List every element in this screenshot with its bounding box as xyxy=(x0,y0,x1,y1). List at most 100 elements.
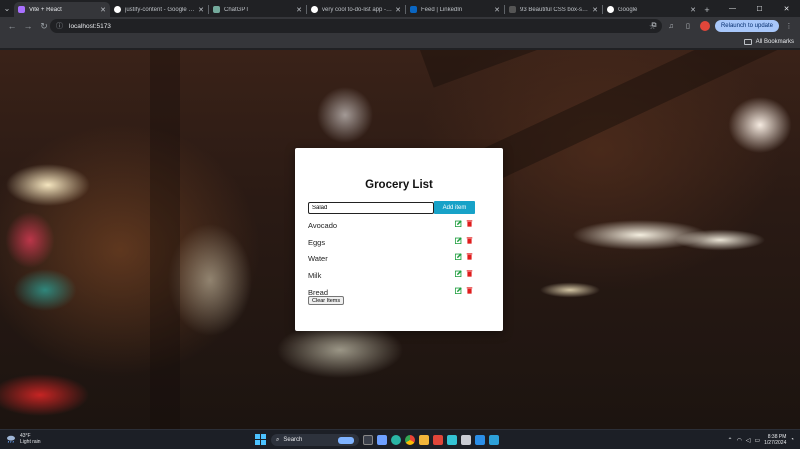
all-bookmarks-button[interactable]: All Bookmarks xyxy=(743,37,794,47)
item-name: Avocado xyxy=(308,221,338,230)
windows-start-icon[interactable] xyxy=(255,434,267,446)
trash-icon[interactable] xyxy=(466,220,473,227)
edge-icon[interactable] xyxy=(391,435,401,445)
minimize-icon[interactable]: — xyxy=(719,0,746,17)
tab-title: very cool to-do-list app - Goog xyxy=(322,6,393,13)
close-tab-icon[interactable]: ✕ xyxy=(592,6,598,14)
more-menu-icon[interactable]: ⋮ xyxy=(782,19,796,33)
search-label: Search xyxy=(283,437,303,443)
edit-icon[interactable] xyxy=(455,237,462,244)
chatgpt-favicon-icon xyxy=(213,6,220,13)
close-tab-icon[interactable]: ✕ xyxy=(690,6,696,14)
tab-strip: ⌄ Vite + React ✕ justify-content - Googl… xyxy=(0,0,800,17)
background-beam xyxy=(150,50,180,429)
trash-icon[interactable] xyxy=(466,253,473,260)
close-window-icon[interactable]: ✕ xyxy=(773,0,800,17)
wifi-icon[interactable]: ◠ xyxy=(737,437,742,444)
tab-title: 93 Beautiful CSS box-shadow e xyxy=(520,6,589,13)
edit-icon[interactable] xyxy=(455,270,462,277)
relaunch-to-update-button[interactable]: Relaunch to update xyxy=(714,20,779,32)
tab-box-shadow[interactable]: 93 Beautiful CSS box-shadow e ✕ xyxy=(505,2,602,17)
rain-cloud-icon xyxy=(7,435,15,443)
system-tray: ⌃ ◠ ◁ ▭ 8:38 PM 1/27/2024 ◔ xyxy=(728,432,794,448)
linkedin-favicon-icon xyxy=(410,6,417,13)
tab-google-search-todo[interactable]: very cool to-do-list app - Goog ✕ xyxy=(307,2,405,17)
bookmarks-bar: All Bookmarks xyxy=(0,35,800,49)
extensions-puzzle-icon[interactable]: ⧉ xyxy=(647,19,661,33)
chrome-icon[interactable] xyxy=(405,435,415,445)
url-text[interactable]: localhost:5173 xyxy=(69,23,649,30)
maximize-icon[interactable]: ☐ xyxy=(746,0,773,17)
tab-title: Vite + React xyxy=(29,6,62,13)
side-panel-icon[interactable]: ▯ xyxy=(681,19,695,33)
site-info-icon[interactable]: ⓘ xyxy=(56,21,63,31)
tab-title: justify-content - Google Search xyxy=(125,6,195,13)
task-view-icon[interactable] xyxy=(363,435,373,445)
page-title: Grocery List xyxy=(365,179,433,191)
google-favicon-icon xyxy=(114,6,121,13)
forward-arrow-icon[interactable]: → xyxy=(20,18,36,34)
trash-icon[interactable] xyxy=(466,287,473,294)
list-item: Avocado xyxy=(308,220,478,232)
address-bar[interactable]: ⓘ localhost:5173 ☆ xyxy=(50,19,662,33)
close-tab-icon[interactable]: ✕ xyxy=(494,6,500,14)
profile-avatar[interactable] xyxy=(699,21,710,31)
battery-icon[interactable]: ▭ xyxy=(754,437,760,444)
trash-icon[interactable] xyxy=(466,237,473,244)
weather-widget[interactable]: 43°F Light rain xyxy=(6,433,41,445)
list-item: Milk xyxy=(308,270,478,282)
app-icon[interactable] xyxy=(489,435,499,445)
notification-bell-icon[interactable]: ◔ xyxy=(790,437,794,443)
close-tab-icon[interactable]: ✕ xyxy=(100,6,106,14)
microsoft-store-icon[interactable] xyxy=(433,435,443,445)
back-arrow-icon[interactable]: ← xyxy=(4,18,20,34)
tab-title: ChatGPT xyxy=(224,6,250,13)
item-name: Eggs xyxy=(308,238,326,247)
list-item: Water xyxy=(308,253,478,265)
background-beam xyxy=(480,50,800,182)
item-name: Milk xyxy=(308,271,322,280)
browser-toolbar: ← → ↻ ⓘ localhost:5173 ☆ ⧉ ♫ ▯ Relaunch … xyxy=(0,17,800,35)
toolbar-right-actions: ⧉ ♫ ▯ Relaunch to update ⋮ xyxy=(647,19,796,33)
edit-icon[interactable] xyxy=(455,287,462,294)
tab-google-search-justify[interactable]: justify-content - Google Search ✕ xyxy=(110,2,208,17)
taskbar-apps: ⌕ Search xyxy=(255,432,499,448)
tab-vite-react[interactable]: Vite + React ✕ xyxy=(14,2,110,17)
all-bookmarks-label: All Bookmarks xyxy=(755,39,794,45)
media-control-icon[interactable]: ♫ xyxy=(664,19,678,33)
close-tab-icon[interactable]: ✕ xyxy=(395,6,401,14)
edit-icon[interactable] xyxy=(455,220,462,227)
add-item-input[interactable] xyxy=(308,202,434,214)
close-tab-icon[interactable]: ✕ xyxy=(296,6,302,14)
item-name: Water xyxy=(308,254,328,263)
clear-items-button[interactable]: Clear Items xyxy=(308,296,345,305)
vite-favicon-icon xyxy=(18,6,25,13)
clock[interactable]: 8:38 PM 1/27/2024 xyxy=(764,434,786,446)
add-item-button[interactable]: Add item xyxy=(434,201,475,214)
file-explorer-icon[interactable] xyxy=(419,435,429,445)
volume-icon[interactable]: ◁ xyxy=(746,437,751,444)
vscode-icon[interactable] xyxy=(475,435,485,445)
widgets-icon[interactable] xyxy=(377,435,387,445)
list-item: Eggs xyxy=(308,237,478,249)
edit-icon[interactable] xyxy=(455,253,462,260)
close-tab-icon[interactable]: ✕ xyxy=(198,6,204,14)
tab-google[interactable]: Google ✕ xyxy=(603,2,700,17)
tab-linkedin[interactable]: Feed | LinkedIn ✕ xyxy=(406,2,504,17)
page-favicon-icon xyxy=(509,6,516,13)
window-controls: — ☐ ✕ xyxy=(719,0,800,17)
tab-search-chevron-icon[interactable]: ⌄ xyxy=(0,0,14,17)
folder-icon xyxy=(743,39,752,45)
tab-chatgpt[interactable]: ChatGPT ✕ xyxy=(209,2,306,17)
grocery-list-card: Grocery List Add item Avocado Eggs Water… xyxy=(295,148,503,331)
weather-description: Light rain xyxy=(20,439,41,445)
new-tab-plus-icon[interactable]: + xyxy=(700,2,714,17)
app-icon[interactable] xyxy=(461,435,471,445)
chevron-up-icon[interactable]: ⌃ xyxy=(728,437,733,444)
search-highlight-icon xyxy=(338,436,354,444)
search-icon: ⌕ xyxy=(276,436,280,443)
trash-icon[interactable] xyxy=(466,270,473,277)
clock-date: 1/27/2024 xyxy=(764,440,787,446)
taskbar-search-box[interactable]: ⌕ Search xyxy=(271,434,359,446)
app-icon[interactable] xyxy=(447,435,457,445)
